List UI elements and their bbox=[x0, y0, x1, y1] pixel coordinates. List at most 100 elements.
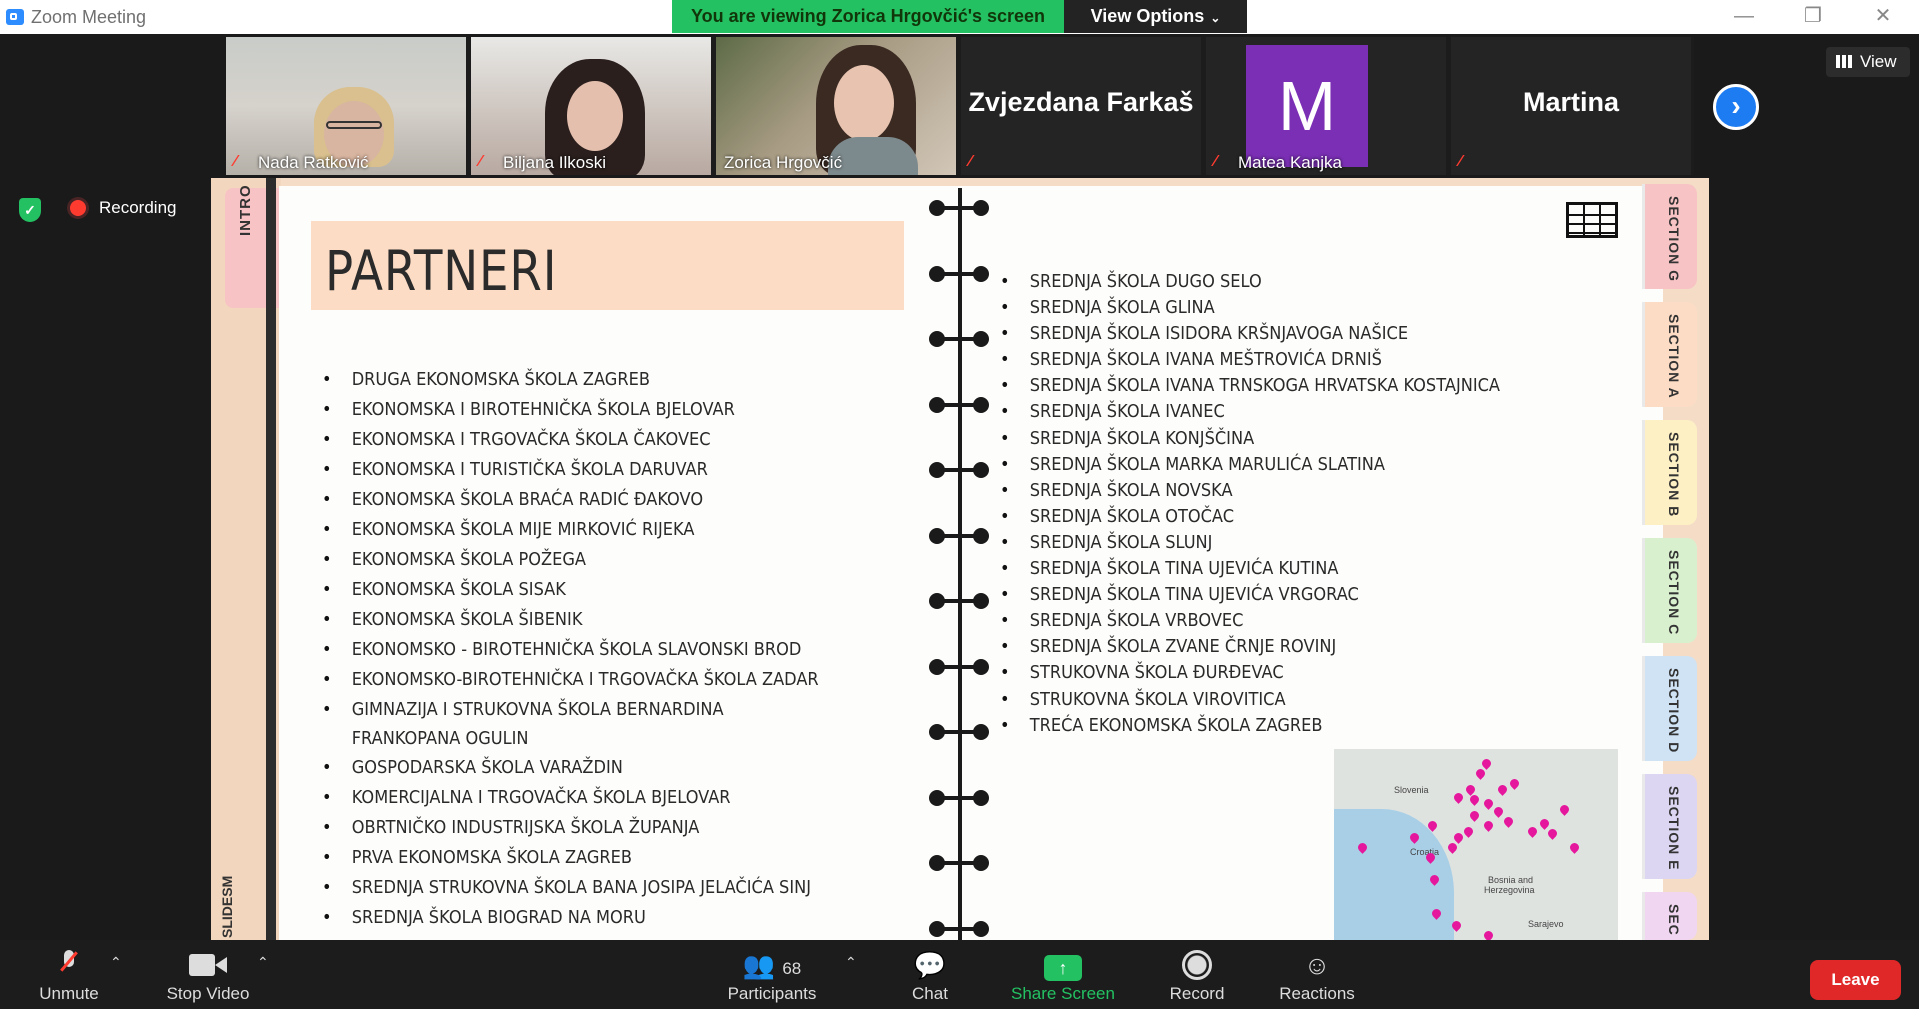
list-item: TREĆA EKONOMSKA ŠKOLA ZAGREB bbox=[1000, 713, 1500, 739]
section-tab-partial: SEC bbox=[1642, 892, 1697, 940]
participant-tile[interactable]: M ⁄ Matea Kanjka bbox=[1206, 37, 1446, 175]
list-item: EKONOMSKO-BIROTEHNIČKA I TRGOVAČKA ŠKOLA… bbox=[322, 665, 826, 695]
map-pin-icon bbox=[1482, 819, 1495, 832]
restore-button[interactable]: ❐ bbox=[1785, 0, 1841, 34]
section-tab-b: SECTION B bbox=[1642, 420, 1697, 525]
map-label: Herzegovina bbox=[1484, 885, 1535, 895]
section-tab-label: SECTION G bbox=[1666, 196, 1682, 283]
muted-mic-icon: ⁄ bbox=[1214, 153, 1217, 170]
map-pin-icon bbox=[1480, 757, 1493, 770]
close-button[interactable]: ✕ bbox=[1855, 0, 1911, 34]
list-item: SREDNJA ŠKOLA OTOČAC bbox=[1000, 504, 1500, 530]
map-pin-icon bbox=[1558, 803, 1571, 816]
muted-mic-icon: ⁄ bbox=[234, 153, 237, 170]
encryption-shield-icon[interactable]: ✓ bbox=[19, 198, 41, 222]
gallery-grid-icon bbox=[1836, 55, 1852, 68]
minimize-button[interactable]: — bbox=[1716, 0, 1772, 34]
notebook-ring bbox=[929, 724, 991, 740]
view-options-button[interactable]: View Options ⌄ bbox=[1064, 0, 1247, 33]
participant-video-strip: ⁄ Nada Ratković ⁄ Biljana Ilkoski Zorica… bbox=[226, 37, 1694, 175]
list-item: EKONOMSKA ŠKOLA SISAK bbox=[322, 575, 826, 605]
map-pin-icon bbox=[1452, 791, 1465, 804]
map-pin-icon bbox=[1502, 815, 1515, 828]
map-label: Sarajevo bbox=[1528, 919, 1564, 929]
list-item: KOMERCIJALNA I TRGOVAČKA ŠKOLA BJELOVAR bbox=[322, 783, 826, 813]
slidesmania-label: SLIDESM bbox=[219, 875, 235, 938]
participant-tile-active-speaker[interactable]: Zorica Hrgovčić bbox=[716, 37, 956, 175]
map-label: Slovenia bbox=[1394, 785, 1429, 795]
view-button[interactable]: View bbox=[1826, 47, 1910, 77]
meeting-toolbar: Unmute ⌃ Stop Video ⌃ 👥 68 Participants … bbox=[0, 940, 1919, 1009]
list-item: EKONOMSKO - BIROTEHNIČKA ŠKOLA SLAVONSKI… bbox=[322, 635, 826, 665]
muted-mic-icon: ⁄ bbox=[969, 153, 972, 170]
unmute-button[interactable]: Unmute bbox=[22, 940, 116, 1009]
participant-tile[interactable]: Martina ⁄ bbox=[1451, 37, 1691, 175]
notebook-spine bbox=[958, 188, 962, 940]
muted-microphone-icon bbox=[22, 950, 116, 980]
share-screen-label: Share Screen bbox=[1011, 984, 1115, 1003]
slide-title: PARTNERI bbox=[325, 239, 558, 303]
list-item: SREDNJA ŠKOLA TINA UJEVIĆA KUTINA bbox=[1000, 556, 1500, 582]
section-tab-label: SECTION A bbox=[1666, 314, 1682, 399]
record-icon bbox=[1164, 950, 1230, 980]
reactions-label: Reactions bbox=[1279, 984, 1355, 1003]
list-item: EKONOMSKA I TRGOVAČKA ŠKOLA ČAKOVEC bbox=[322, 425, 826, 455]
list-item: SREDNJA ŠKOLA BIOGRAD NA MORU bbox=[322, 903, 826, 933]
section-tab-c: SECTION C bbox=[1642, 538, 1697, 643]
partner-list-left: DRUGA EKONOMSKA ŠKOLA ZAGREB EKONOMSKA I… bbox=[322, 365, 882, 933]
list-item: SREDNJA ŠKOLA GLINA bbox=[1000, 295, 1500, 321]
participant-name: Biljana Ilkoski bbox=[503, 153, 606, 172]
map-pin-icon bbox=[1546, 827, 1559, 840]
notebook-ring bbox=[929, 331, 991, 347]
view-button-label: View bbox=[1860, 52, 1897, 71]
map-pin-icon bbox=[1452, 831, 1465, 844]
list-item: GIMNAZIJA I STRUKOVNA ŠKOLA BERNARDINA F… bbox=[322, 695, 826, 753]
list-item: EKONOMSKA I TURISTIČKA ŠKOLA DARUVAR bbox=[322, 455, 826, 485]
share-screen-button[interactable]: ↑ Share Screen bbox=[1004, 940, 1122, 1009]
video-options-caret-icon[interactable]: ⌃ bbox=[257, 954, 269, 971]
participant-tile[interactable]: Zvjezdana Farkaš ⁄ bbox=[961, 37, 1201, 175]
list-item: GOSPODARSKA ŠKOLA VARAŽDIN bbox=[322, 753, 826, 783]
list-item: EKONOMSKA ŠKOLA BRAĆA RADIĆ ĐAKOVO bbox=[322, 485, 826, 515]
muted-mic-icon: ⁄ bbox=[479, 153, 482, 170]
participants-icon: 👥 68 bbox=[742, 950, 802, 980]
list-item: SREDNJA ŠKOLA ISIDORA KRŠNJAVOGA NAŠICE bbox=[1000, 321, 1500, 347]
screen-share-banner: You are viewing Zorica Hrgovčić's screen… bbox=[672, 0, 1247, 33]
section-tab-label: SECTION E bbox=[1666, 786, 1682, 871]
notebook-ring bbox=[929, 789, 991, 806]
section-tab-d: SECTION D bbox=[1642, 656, 1697, 761]
stop-video-label: Stop Video bbox=[166, 984, 250, 1003]
participant-tile[interactable]: ⁄ Biljana Ilkoski bbox=[471, 37, 711, 175]
list-item: EKONOMSKA I BIROTEHNIČKA ŠKOLA BJELOVAR bbox=[322, 395, 826, 425]
participants-options-caret-icon[interactable]: ⌃ bbox=[845, 954, 857, 971]
participant-tile[interactable]: ⁄ Nada Ratković bbox=[226, 37, 466, 175]
list-item: SREDNJA ŠKOLA IVANA MEŠTROVIĆA DRNIŠ bbox=[1000, 347, 1500, 373]
participants-label: Participants bbox=[727, 984, 817, 1003]
intro-tab-label: INTRO bbox=[237, 184, 254, 236]
stop-video-button[interactable]: Stop Video bbox=[156, 940, 260, 1009]
audio-options-caret-icon[interactable]: ⌃ bbox=[110, 954, 122, 971]
reactions-button[interactable]: ☺ Reactions bbox=[1274, 940, 1360, 1009]
leave-button[interactable]: Leave bbox=[1810, 960, 1901, 1000]
section-tab-label: SECTION C bbox=[1666, 550, 1682, 636]
chat-button[interactable]: 💬 Chat bbox=[906, 940, 954, 1009]
notebook-ring bbox=[929, 658, 991, 675]
list-item: SREDNJA ŠKOLA ZVANE ČRNJE ROVINJ bbox=[1000, 634, 1500, 660]
share-screen-icon: ↑ bbox=[1004, 950, 1122, 981]
smiley-add-icon: ☺ bbox=[1303, 950, 1331, 980]
list-item: SREDNJA ŠKOLA NOVSKA bbox=[1000, 478, 1500, 504]
croatia-map: Slovenia Croatia Bosnia and Herzegovina … bbox=[1334, 749, 1618, 940]
map-pin-icon bbox=[1526, 825, 1539, 838]
recording-label[interactable]: Recording bbox=[99, 198, 177, 218]
list-item: SREDNJA ŠKOLA DUGO SELO bbox=[1000, 269, 1500, 295]
participants-button[interactable]: 👥 68 Participants bbox=[716, 940, 828, 1009]
notebook-ring bbox=[929, 396, 991, 413]
list-item: SREDNJA ŠKOLA SLUNJ bbox=[1000, 530, 1500, 556]
list-item: DRUGA EKONOMSKA ŠKOLA ZAGREB bbox=[322, 365, 826, 395]
map-pin-icon bbox=[1568, 841, 1581, 854]
record-button[interactable]: Record bbox=[1164, 940, 1230, 1009]
map-pin-icon bbox=[1462, 825, 1475, 838]
map-pin-icon bbox=[1492, 805, 1505, 818]
list-item: SREDNJA ŠKOLA KONJŠČINA bbox=[1000, 426, 1500, 452]
next-page-button[interactable]: › bbox=[1713, 84, 1759, 130]
